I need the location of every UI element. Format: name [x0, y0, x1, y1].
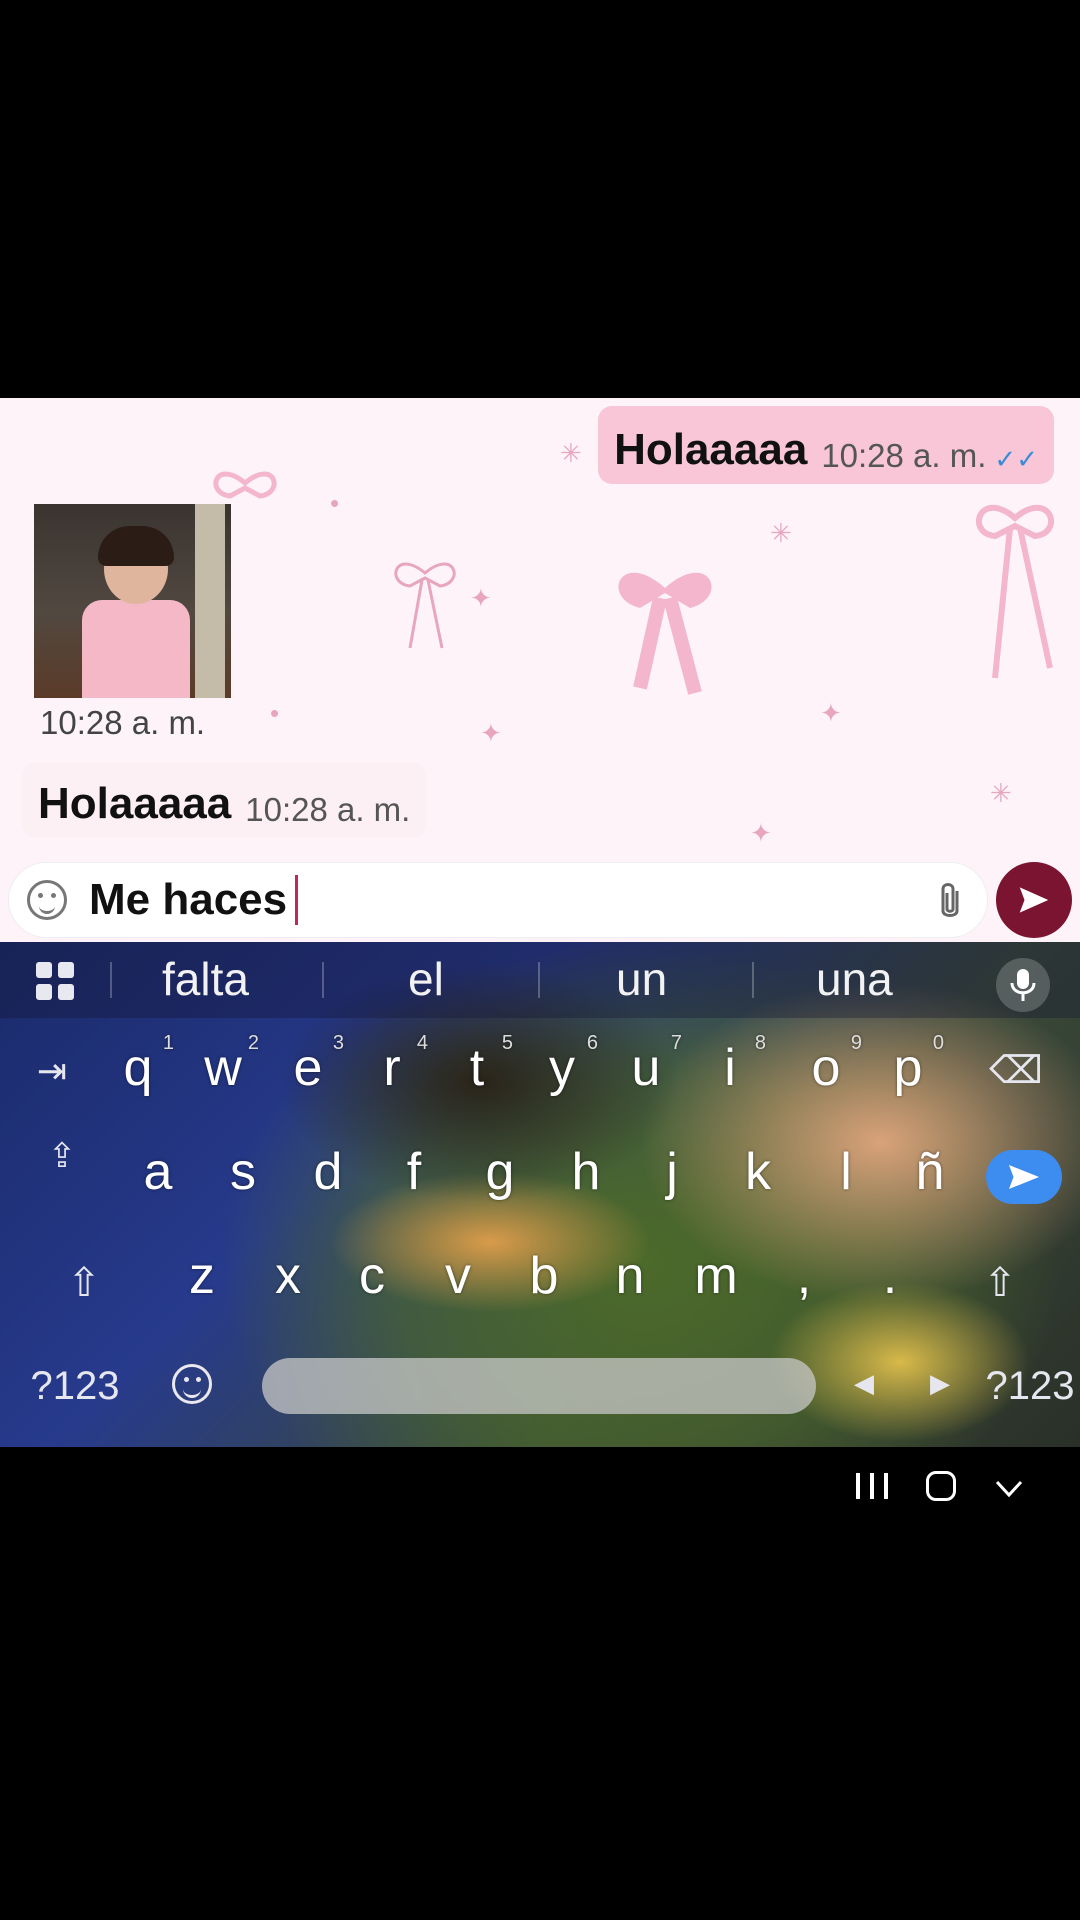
send-arrow-icon: [1009, 1165, 1039, 1189]
key-g[interactable]: g: [460, 1142, 540, 1202]
shift-right-key-icon[interactable]: ⇧: [976, 1260, 1024, 1306]
sticker-icon[interactable]: [27, 880, 67, 920]
key-period[interactable]: .: [850, 1246, 930, 1306]
paperclip-icon[interactable]: [937, 881, 963, 931]
key-b[interactable]: b: [504, 1246, 584, 1306]
sparkle-icon: •: [270, 698, 280, 728]
voice-input-button[interactable]: [996, 958, 1050, 1012]
cursor-right-icon[interactable]: ▶: [928, 1368, 952, 1399]
key-r[interactable]: r4: [352, 1032, 432, 1098]
sparkle-icon: ✦: [750, 818, 772, 848]
sparkle-icon: ✳: [560, 438, 582, 468]
key-d[interactable]: d: [288, 1142, 368, 1202]
message-input[interactable]: Me haces: [8, 862, 988, 938]
bow-decoration-icon: [976, 504, 1054, 679]
key-s[interactable]: s: [203, 1142, 283, 1202]
key-f[interactable]: f: [374, 1142, 454, 1202]
suggestion-3[interactable]: un: [616, 952, 667, 1006]
shift-left-key-icon[interactable]: ⇧: [60, 1260, 108, 1306]
incoming-message-bubble[interactable]: Holaaaaa 10:28 a. m.: [22, 762, 427, 838]
message-input-text: Me haces: [89, 875, 288, 924]
hide-keyboard-chevron-icon[interactable]: [994, 1473, 1024, 1503]
key-comma[interactable]: ,: [764, 1246, 844, 1306]
gif-message-thumbnail[interactable]: [34, 504, 231, 698]
emoji-key-icon[interactable]: [172, 1364, 212, 1404]
space-bar[interactable]: [262, 1358, 816, 1414]
key-v[interactable]: v: [418, 1246, 498, 1306]
bottom-letterbox: [0, 1527, 1080, 1920]
text-cursor: [295, 875, 299, 925]
key-w[interactable]: w2: [183, 1032, 263, 1098]
home-icon[interactable]: [926, 1471, 956, 1501]
outgoing-message-bubble[interactable]: Holaaaaa 10:28 a. m. ✓✓: [598, 406, 1054, 484]
symbols-key-right[interactable]: ?123: [980, 1364, 1080, 1409]
key-x[interactable]: x: [248, 1246, 328, 1306]
message-time: 10:28 a. m.: [821, 437, 987, 474]
key-i[interactable]: i8: [690, 1032, 770, 1098]
on-screen-keyboard: falta el un una ⇥ q1w2e3r4t5y6u7i8o9p0 ⌫…: [0, 942, 1080, 1447]
key-e[interactable]: e3: [268, 1032, 348, 1098]
caps-lock-key-icon[interactable]: ⇪: [40, 1136, 84, 1176]
symbols-key-left[interactable]: ?123: [20, 1364, 130, 1409]
key-p[interactable]: p0: [868, 1032, 948, 1098]
key-n[interactable]: n: [590, 1246, 670, 1306]
message-composer: Me haces: [0, 860, 1080, 942]
key-ñ[interactable]: ñ: [892, 1142, 968, 1202]
key-t[interactable]: t5: [437, 1032, 517, 1098]
suggestion-strip: falta el un una: [0, 942, 1080, 1018]
top-letterbox: [0, 0, 1080, 398]
key-k[interactable]: k: [718, 1142, 798, 1202]
key-l[interactable]: l: [806, 1142, 886, 1202]
bow-decoration-icon: [618, 572, 712, 695]
recents-icon[interactable]: [856, 1473, 888, 1501]
double-check-icon: ✓✓: [994, 444, 1038, 474]
sparkle-icon: •: [330, 488, 340, 518]
media-message-time: 10:28 a. m.: [40, 704, 206, 741]
message-text: Holaaaaa: [38, 779, 232, 828]
key-y[interactable]: y6: [522, 1032, 602, 1098]
enter-key[interactable]: [986, 1150, 1062, 1204]
send-icon: [1019, 887, 1049, 913]
sparkle-icon: ✦: [480, 718, 502, 748]
apps-grid-icon[interactable]: [36, 962, 74, 1000]
message-time: 10:28 a. m.: [245, 791, 411, 828]
key-q[interactable]: q1: [98, 1032, 178, 1098]
key-c[interactable]: c: [332, 1246, 412, 1306]
chat-area[interactable]: ✳ ✳ ✦ ✦ ✦ ✳ ✦ • • Holaaaaa 10:28 a. m. ✓…: [0, 398, 1080, 860]
suggestion-1[interactable]: falta: [162, 952, 249, 1006]
key-a[interactable]: a: [118, 1142, 198, 1202]
key-z[interactable]: z: [162, 1246, 242, 1306]
key-o[interactable]: o9: [786, 1032, 866, 1098]
suggestion-4[interactable]: una: [816, 952, 893, 1006]
suggestion-2[interactable]: el: [408, 952, 444, 1006]
key-m[interactable]: m: [676, 1246, 756, 1306]
key-h[interactable]: h: [546, 1142, 626, 1202]
sparkle-icon: ✳: [990, 778, 1012, 808]
sparkle-icon: ✳: [770, 518, 792, 548]
sparkle-icon: ✦: [470, 583, 492, 613]
send-button[interactable]: [996, 862, 1072, 938]
tab-key-icon[interactable]: ⇥: [28, 1050, 76, 1092]
backspace-key-icon[interactable]: ⌫: [986, 1048, 1046, 1093]
message-text: Holaaaaa: [614, 425, 808, 474]
cursor-left-icon[interactable]: ◀: [852, 1368, 876, 1399]
bow-decoration-icon: [394, 562, 456, 649]
system-navigation-bar: [0, 1447, 1080, 1527]
key-u[interactable]: u7: [606, 1032, 686, 1098]
sparkle-icon: ✦: [820, 698, 842, 728]
microphone-icon: [1010, 969, 1036, 1001]
key-j[interactable]: j: [632, 1142, 712, 1202]
